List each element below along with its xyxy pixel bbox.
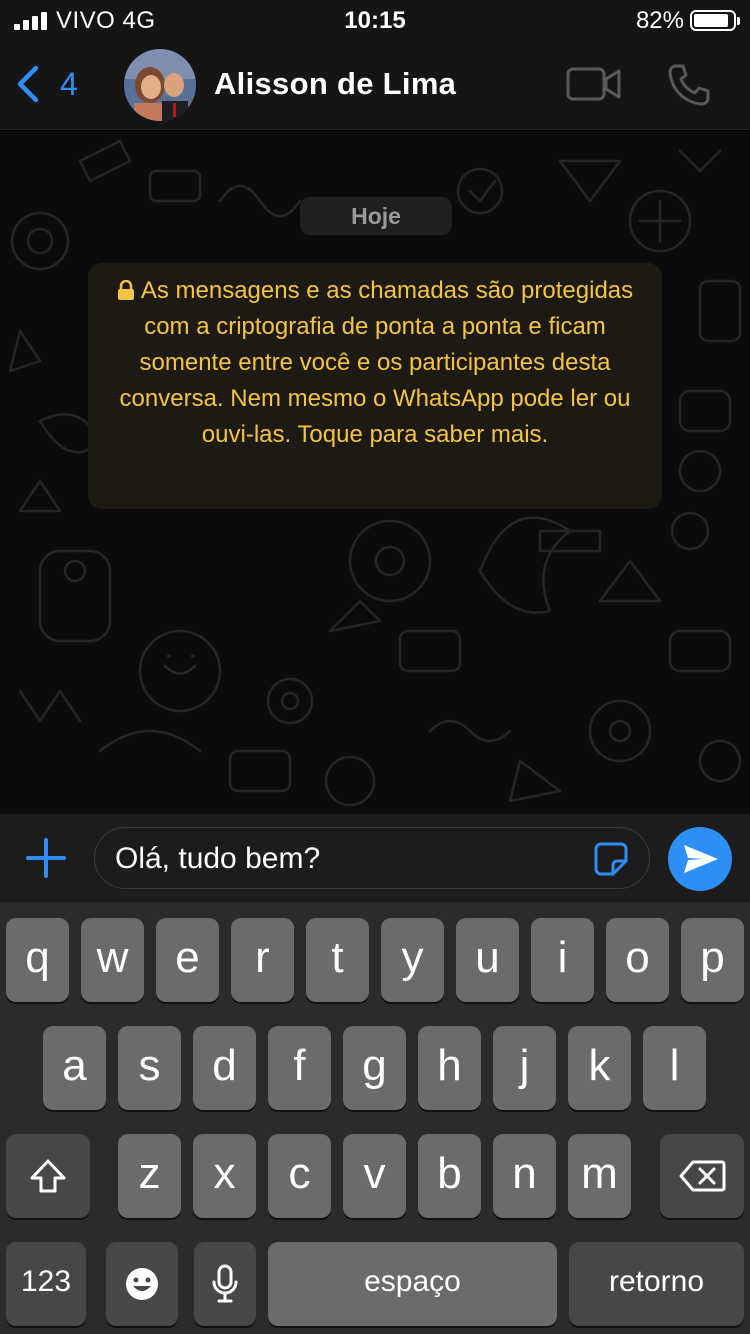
key-n[interactable]: n — [493, 1134, 556, 1218]
chat-area[interactable]: Hoje As mensagens e as chamadas são prot… — [0, 131, 750, 814]
key-q[interactable]: q — [6, 918, 69, 1002]
lock-icon — [117, 280, 134, 300]
key-u[interactable]: u — [456, 918, 519, 1002]
key-z[interactable]: z — [118, 1134, 181, 1218]
status-bar: VIVO 4G 10:15 82% — [0, 0, 750, 40]
key-r[interactable]: r — [231, 918, 294, 1002]
return-key[interactable]: retorno — [569, 1242, 744, 1326]
key-w[interactable]: w — [81, 918, 144, 1002]
key-a[interactable]: a — [43, 1026, 106, 1110]
video-call-button[interactable] — [566, 66, 622, 102]
key-g[interactable]: g — [343, 1026, 406, 1110]
encryption-notice-text: As mensagens e as chamadas são protegida… — [119, 277, 634, 448]
key-i[interactable]: i — [531, 918, 594, 1002]
key-y[interactable]: y — [381, 918, 444, 1002]
key-f[interactable]: f — [268, 1026, 331, 1110]
key-p[interactable]: p — [681, 918, 744, 1002]
battery-icon — [690, 10, 740, 31]
plus-icon — [26, 838, 66, 878]
shift-icon — [30, 1159, 66, 1193]
dictation-key[interactable] — [194, 1242, 256, 1326]
chevron-left-icon — [17, 65, 39, 103]
unread-count: 4 — [60, 65, 78, 102]
key-s[interactable]: s — [118, 1026, 181, 1110]
attach-button[interactable] — [22, 834, 70, 882]
key-c[interactable]: c — [268, 1134, 331, 1218]
back-button[interactable]: 4 — [14, 58, 94, 110]
key-e[interactable]: e — [156, 918, 219, 1002]
send-button[interactable] — [668, 827, 732, 891]
encryption-notice[interactable]: As mensagens e as chamadas são protegida… — [88, 263, 662, 509]
voice-call-button[interactable] — [666, 62, 712, 108]
message-input-text: Olá, tudo bem? — [115, 842, 321, 875]
keyboard: q w e r t y u i o p a s d f g h j k l z … — [0, 902, 750, 1334]
key-v[interactable]: v — [343, 1134, 406, 1218]
key-d[interactable]: d — [193, 1026, 256, 1110]
chat-header: 4 Alisson de Lima — [0, 40, 750, 130]
key-k[interactable]: k — [568, 1026, 631, 1110]
message-input[interactable]: Olá, tudo bem? — [94, 827, 650, 889]
key-j[interactable]: j — [493, 1026, 556, 1110]
emoji-key[interactable] — [106, 1242, 178, 1326]
microphone-icon — [212, 1264, 238, 1303]
key-o[interactable]: o — [606, 918, 669, 1002]
key-t[interactable]: t — [306, 918, 369, 1002]
backspace-icon — [679, 1160, 726, 1192]
shift-key[interactable] — [6, 1134, 90, 1218]
key-l[interactable]: l — [643, 1026, 706, 1110]
space-key[interactable]: espaço — [268, 1242, 557, 1326]
contact-name[interactable]: Alisson de Lima — [214, 66, 456, 102]
battery-percentage: 82% — [635, 7, 684, 34]
avatar[interactable] — [124, 49, 196, 121]
sticker-button[interactable] — [593, 841, 629, 877]
backspace-key[interactable] — [660, 1134, 744, 1218]
key-b[interactable]: b — [418, 1134, 481, 1218]
numbers-key[interactable]: 123 — [6, 1242, 86, 1326]
composer: Olá, tudo bem? — [0, 814, 750, 902]
key-x[interactable]: x — [193, 1134, 256, 1218]
send-icon — [684, 845, 718, 873]
key-m[interactable]: m — [568, 1134, 631, 1218]
phone-icon — [668, 64, 710, 106]
emoji-icon — [126, 1268, 158, 1300]
key-h[interactable]: h — [418, 1026, 481, 1110]
sticker-icon — [594, 842, 628, 876]
video-camera-icon — [566, 67, 621, 101]
date-chip: Hoje — [300, 197, 452, 235]
